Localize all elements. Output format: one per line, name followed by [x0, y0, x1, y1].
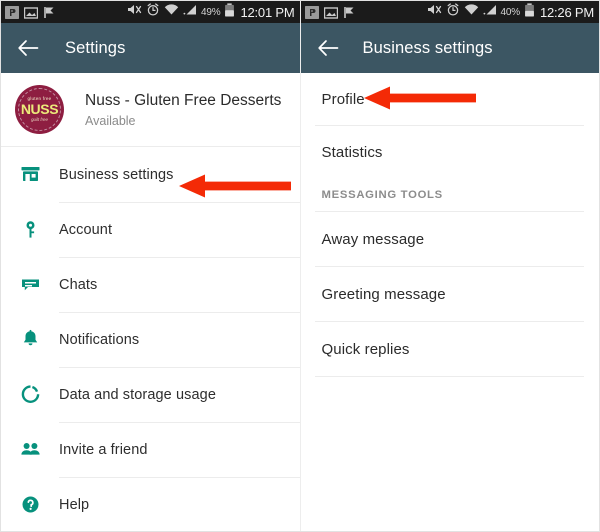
sidebar-item-business-settings[interactable]: Business settings — [1, 147, 300, 202]
wifi-icon — [464, 3, 479, 21]
key-icon — [1, 219, 59, 240]
status-notification-icons-right — [304, 5, 357, 19]
list-item-label: Away message — [321, 230, 425, 248]
chat-bubble-icon — [1, 274, 59, 295]
flag-icon — [43, 6, 57, 19]
status-clock-right: 12:26 PM — [539, 4, 594, 20]
sidebar-item-chats[interactable]: Chats — [1, 257, 300, 312]
sidebar-item-label: Notifications — [59, 331, 140, 348]
wifi-icon — [164, 3, 179, 21]
sidebar-item-label: Business settings — [59, 166, 174, 183]
status-clock-left: 12:01 PM — [240, 4, 295, 20]
sidebar-item-notifications[interactable]: Notifications — [1, 312, 300, 367]
avatar[interactable]: gluten free NUSS guilt free — [15, 85, 64, 134]
list-item-profile[interactable]: Profile — [300, 73, 599, 125]
list-item-label: Statistics — [321, 143, 383, 161]
status-notification-icons-left — [5, 5, 57, 19]
screenshot-root: 49% 12:01 PM Settings gluten free NUSS g… — [0, 0, 600, 532]
list-item-quick-replies[interactable]: Quick replies — [300, 322, 599, 376]
list-item-greeting-message[interactable]: Greeting message — [300, 267, 599, 321]
sidebar-item-help[interactable]: Help — [1, 477, 300, 531]
battery-percent-label: 49% — [201, 6, 221, 18]
sidebar-item-label: Chats — [59, 276, 98, 293]
cellular-signal-icon — [483, 3, 497, 21]
store-icon — [1, 164, 59, 185]
list-item-label: Profile — [321, 90, 365, 108]
business-settings-list: Profile Statistics MESSAGING TOOLS Away … — [300, 73, 600, 377]
status-system-icons-left: 49% 12:01 PM — [127, 2, 295, 22]
list-item-label: Greeting message — [321, 285, 446, 303]
profile-name: Nuss - Gluten Free Desserts — [85, 91, 282, 109]
sidebar-item-label: Data and storage usage — [59, 386, 216, 403]
status-system-icons-right: 40% 12:26 PM — [427, 2, 594, 22]
sidebar-item-account[interactable]: Account — [1, 202, 300, 257]
settings-menu-list: Business settings Account Chats Notifica… — [1, 147, 300, 531]
app-badge-icon — [304, 5, 319, 19]
section-header-messaging-tools: MESSAGING TOOLS — [301, 178, 600, 211]
status-bar-left: 49% 12:01 PM — [1, 1, 300, 23]
help-circle-icon — [1, 494, 59, 515]
right-phone-screen: 40% 12:26 PM Business settings Profile S… — [300, 1, 600, 531]
dual-phone-panes: 49% 12:01 PM Settings gluten free NUSS g… — [1, 1, 599, 531]
screenshot-icon — [23, 6, 39, 19]
flag-icon — [343, 6, 357, 19]
list-item-label: Quick replies — [321, 340, 410, 358]
data-usage-icon — [1, 384, 59, 405]
sidebar-item-invite-a-friend[interactable]: Invite a friend — [1, 422, 300, 477]
bell-icon — [1, 329, 59, 350]
avatar-ring — [18, 88, 61, 131]
sidebar-item-label: Account — [59, 221, 113, 238]
profile-text-block: Nuss - Gluten Free Desserts Available — [85, 91, 281, 128]
page-title-left: Settings — [65, 38, 126, 57]
divider — [314, 376, 584, 377]
mute-icon — [427, 3, 442, 21]
page-title-right: Business settings — [362, 38, 493, 57]
alarm-clock-icon — [146, 3, 160, 21]
status-bar-right: 40% 12:26 PM — [300, 1, 599, 23]
list-item-statistics[interactable]: Statistics — [300, 126, 599, 178]
mute-icon — [127, 3, 142, 21]
back-arrow-icon[interactable] — [315, 35, 341, 61]
sidebar-item-data-storage-usage[interactable]: Data and storage usage — [1, 367, 300, 422]
battery-icon — [524, 2, 535, 22]
sidebar-item-label: Invite a friend — [59, 441, 148, 458]
back-arrow-icon[interactable] — [15, 35, 41, 61]
app-bar-left: Settings — [1, 23, 300, 73]
profile-status: Available — [85, 114, 136, 129]
screenshot-icon — [323, 6, 338, 19]
battery-percent-label: 40% — [500, 6, 521, 18]
alarm-clock-icon — [446, 3, 460, 21]
cellular-signal-icon — [183, 3, 197, 21]
people-icon — [1, 439, 59, 460]
app-badge-icon — [5, 5, 19, 19]
list-item-away-message[interactable]: Away message — [300, 212, 599, 266]
battery-icon — [224, 2, 235, 22]
sidebar-item-label: Help — [59, 496, 90, 513]
profile-row[interactable]: gluten free NUSS guilt free Nuss - Glute… — [1, 73, 300, 146]
left-phone-screen: 49% 12:01 PM Settings gluten free NUSS g… — [1, 1, 301, 531]
app-bar-right: Business settings — [300, 23, 599, 73]
section-header-label: MESSAGING TOOLS — [321, 188, 443, 201]
